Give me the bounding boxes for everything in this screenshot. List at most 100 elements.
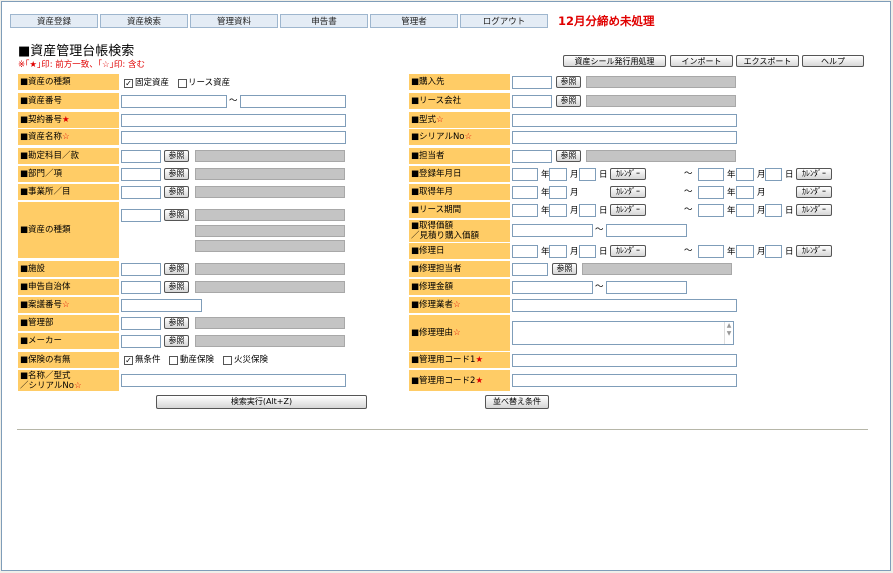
lease-period-to-month-input[interactable] — [736, 204, 754, 217]
asset-no-to-input[interactable] — [240, 95, 346, 108]
asset-name-input[interactable] — [121, 131, 346, 144]
reg-date-from-year-input[interactable] — [512, 168, 538, 181]
repair-date-from-month-input[interactable] — [549, 245, 567, 258]
nav-admin[interactable]: 管理者 — [370, 14, 458, 28]
dept-code-input[interactable] — [121, 168, 161, 181]
lease-company-ref-button[interactable]: 参照 — [556, 95, 581, 107]
mgmt-code2-input[interactable] — [512, 374, 737, 387]
dept-ref-button[interactable]: 参照 — [164, 168, 189, 180]
reg-date-from-month-input[interactable] — [549, 168, 567, 181]
maker-ref-button[interactable]: 参照 — [164, 335, 189, 347]
asset-category-ref-button[interactable]: 参照 — [164, 209, 189, 221]
mgmt-code1-input[interactable] — [512, 354, 737, 367]
repair-amount-from-input[interactable] — [512, 281, 593, 294]
repair-date-to-calendar-button[interactable]: ｶﾚﾝﾀﾞｰ — [796, 245, 832, 257]
name-model-serial-input[interactable] — [121, 374, 346, 387]
reg-date-from-calendar-button[interactable]: ｶﾚﾝﾀﾞｰ — [610, 168, 646, 180]
repair-date-from-year-input[interactable] — [512, 245, 538, 258]
movable-insurance-checkbox[interactable] — [169, 356, 178, 365]
nav-asset-search[interactable]: 資産検索 — [100, 14, 188, 28]
search-execute-button[interactable]: 検索実行(Alt+Z) — [156, 395, 367, 409]
lease-company-name-display — [586, 95, 736, 107]
year-label: 年 — [727, 188, 736, 198]
lease-period-to-year-input[interactable] — [698, 204, 724, 217]
repair-date-from-calendar-button[interactable]: ｶﾚﾝﾀﾞｰ — [610, 245, 646, 257]
label-contract-no: ■契約番号 ★ — [18, 112, 119, 128]
no-condition-checkbox[interactable]: ✓ — [124, 356, 133, 365]
acq-price-to-input[interactable] — [606, 224, 687, 237]
office-code-input[interactable] — [121, 186, 161, 199]
lease-period-from-day-input[interactable] — [579, 204, 596, 217]
acq-price-from-input[interactable] — [512, 224, 593, 237]
lease-period-from-month-input[interactable] — [549, 204, 567, 217]
fixed-asset-checkbox[interactable]: ✓ — [124, 79, 133, 88]
repair-person-ref-button[interactable]: 参照 — [552, 263, 577, 275]
facility-ref-button[interactable]: 参照 — [164, 263, 189, 275]
reg-date-to-calendar-button[interactable]: ｶﾚﾝﾀﾞｰ — [796, 168, 832, 180]
nav-asset-register[interactable]: 資産登録 — [10, 14, 98, 28]
acq-month-from-month-input[interactable] — [549, 186, 567, 199]
label-acq-price: ■取得価額 ／見積り購入価額 — [409, 220, 510, 242]
repair-date-to-day-input[interactable] — [765, 245, 782, 258]
serial-input[interactable] — [512, 131, 737, 144]
acq-month-to-year-input[interactable] — [698, 186, 724, 199]
lease-period-to-day-input[interactable] — [765, 204, 782, 217]
acq-month-to-month-input[interactable] — [736, 186, 754, 199]
label-dept: ■部門／項 — [18, 166, 119, 182]
reg-date-to-month-input[interactable] — [736, 168, 754, 181]
vendor-code-input[interactable] — [512, 76, 552, 89]
acq-month-from-year-input[interactable] — [512, 186, 538, 199]
model-input[interactable] — [512, 114, 737, 127]
account-code-input[interactable] — [121, 150, 161, 163]
repair-vendor-input[interactable] — [512, 299, 737, 312]
reg-date-from-day-input[interactable] — [579, 168, 596, 181]
acq-month-to-calendar-button[interactable]: ｶﾚﾝﾀﾞｰ — [796, 186, 832, 198]
person-code-input[interactable] — [512, 150, 552, 163]
repair-reason-textarea[interactable]: ▲ ▼ — [512, 321, 734, 345]
nav-logout[interactable]: ログアウト — [460, 14, 548, 28]
repair-person-code-input[interactable] — [512, 263, 548, 276]
municipality-name-display — [195, 281, 345, 293]
lease-period-from-year-input[interactable] — [512, 204, 538, 217]
reg-date-to-year-input[interactable] — [698, 168, 724, 181]
contract-no-input[interactable] — [121, 114, 346, 127]
repair-date-from-day-input[interactable] — [579, 245, 596, 258]
repair-date-to-month-input[interactable] — [736, 245, 754, 258]
textarea-scrollbar[interactable]: ▲ ▼ — [724, 322, 733, 344]
sort-conditions-button[interactable]: 並べ替え条件 — [485, 395, 549, 409]
scroll-down-icon[interactable]: ▼ — [725, 330, 733, 338]
help-button[interactable]: ヘルプ — [802, 55, 864, 67]
bill-no-input[interactable] — [121, 299, 202, 312]
reg-date-to-day-input[interactable] — [765, 168, 782, 181]
export-button[interactable]: エクスポート — [736, 55, 799, 67]
page-frame: 資産登録 資産検索 管理資料 申告書 管理者 ログアウト 12月分締め未処理 ■… — [1, 1, 891, 571]
seal-process-button[interactable]: 資産シール発行用処理 — [563, 55, 666, 67]
import-button[interactable]: インポート — [670, 55, 733, 67]
label-mgmt-code2: ■管理用コード2 ★ — [409, 370, 510, 391]
office-ref-button[interactable]: 参照 — [164, 186, 189, 198]
repair-amount-to-input[interactable] — [606, 281, 687, 294]
range-tilde: ～ — [684, 246, 693, 256]
maker-code-input[interactable] — [121, 335, 161, 348]
vendor-ref-button[interactable]: 参照 — [556, 76, 581, 88]
lease-company-code-input[interactable] — [512, 95, 552, 108]
asset-no-from-input[interactable] — [121, 95, 227, 108]
municipality-code-input[interactable] — [121, 281, 161, 294]
facility-code-input[interactable] — [121, 263, 161, 276]
municipality-ref-button[interactable]: 参照 — [164, 281, 189, 293]
nav-management-docs[interactable]: 管理資料 — [190, 14, 278, 28]
person-ref-button[interactable]: 参照 — [556, 150, 581, 162]
acq-month-from-calendar-button[interactable]: ｶﾚﾝﾀﾞｰ — [610, 186, 646, 198]
account-ref-button[interactable]: 参照 — [164, 150, 189, 162]
scroll-up-icon[interactable]: ▲ — [725, 322, 733, 330]
repair-date-to-year-input[interactable] — [698, 245, 724, 258]
lease-period-from-calendar-button[interactable]: ｶﾚﾝﾀﾞｰ — [610, 204, 646, 216]
nav-declaration[interactable]: 申告書 — [280, 14, 368, 28]
lease-period-to-calendar-button[interactable]: ｶﾚﾝﾀﾞｰ — [796, 204, 832, 216]
mgmt-dept-code-input[interactable] — [121, 317, 161, 330]
asset-category-code-input[interactable] — [121, 209, 161, 222]
lease-asset-checkbox[interactable] — [178, 79, 187, 88]
range-tilde: ～ — [684, 187, 693, 197]
mgmt-dept-ref-button[interactable]: 参照 — [164, 317, 189, 329]
fire-insurance-checkbox[interactable] — [223, 356, 232, 365]
